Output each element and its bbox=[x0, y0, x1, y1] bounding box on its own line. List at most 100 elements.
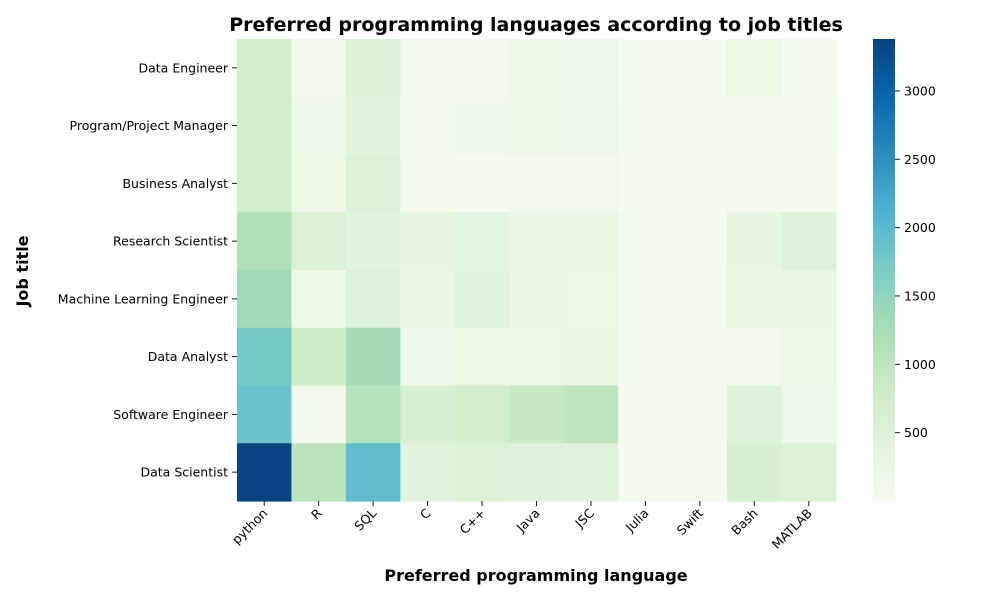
heatmap-cell bbox=[509, 96, 565, 156]
heatmap-cell bbox=[672, 385, 728, 444]
heatmap-cell bbox=[672, 154, 728, 213]
y-tick-label: Data Analyst bbox=[148, 349, 228, 364]
heatmap-cell bbox=[618, 327, 674, 387]
heatmap-cell bbox=[345, 270, 401, 329]
heatmap-cell bbox=[618, 212, 674, 271]
heatmap-cell bbox=[618, 154, 674, 213]
heatmap-cell bbox=[454, 385, 510, 444]
heatmap-cell bbox=[400, 39, 456, 98]
x-tick-label: Java bbox=[513, 506, 543, 536]
colorbar-tick-label: 500 bbox=[904, 425, 928, 440]
colorbar-tick-label: 2500 bbox=[904, 152, 936, 167]
colorbar-tick-label: 3000 bbox=[904, 83, 936, 98]
heatmap-cell bbox=[509, 270, 565, 329]
x-axis-title: Preferred programming language bbox=[384, 566, 687, 585]
heatmap-cell bbox=[781, 385, 837, 444]
y-tick-label: Program/Project Manager bbox=[70, 118, 229, 133]
heatmap-cell bbox=[781, 212, 837, 271]
heatmap-cell bbox=[237, 385, 293, 444]
heatmap-cell bbox=[237, 327, 293, 387]
heatmap-cell bbox=[509, 385, 565, 444]
heatmap-cell bbox=[672, 327, 728, 387]
heatmap-cell bbox=[781, 270, 837, 329]
heatmap-cell bbox=[563, 385, 619, 444]
y-tick-label: Data Engineer bbox=[139, 60, 229, 75]
heatmap-cell bbox=[781, 327, 837, 387]
heatmap-cell bbox=[509, 443, 565, 502]
y-axis-title: Job title bbox=[13, 235, 32, 307]
heatmap-cell bbox=[237, 96, 293, 156]
heatmap-cell bbox=[727, 154, 783, 213]
heatmap-cell bbox=[618, 270, 674, 329]
y-tick-label: Software Engineer bbox=[113, 407, 229, 422]
heatmap-cell bbox=[454, 39, 510, 98]
colorbar-tick-label: 1500 bbox=[904, 288, 936, 303]
heatmap-cell bbox=[345, 96, 401, 156]
heatmap-cell bbox=[291, 270, 347, 329]
heatmap-cell bbox=[400, 154, 456, 213]
heatmap-cell bbox=[345, 385, 401, 444]
y-tick-label: Business Analyst bbox=[122, 176, 228, 191]
heatmap-cell bbox=[509, 212, 565, 271]
heatmap-cell bbox=[345, 212, 401, 271]
heatmap-cell bbox=[509, 39, 565, 98]
heatmap-cell bbox=[618, 443, 674, 502]
heatmap-cell bbox=[672, 270, 728, 329]
x-tick-label: JSC bbox=[571, 505, 597, 531]
heatmap-cell bbox=[291, 39, 347, 98]
heatmap-cell bbox=[454, 270, 510, 329]
heatmap-cell bbox=[727, 96, 783, 156]
chart-title: Preferred programming languages accordin… bbox=[229, 14, 843, 36]
x-tick-label: Julia bbox=[622, 506, 652, 536]
heatmap-cell bbox=[237, 443, 293, 502]
heatmap-cell bbox=[345, 154, 401, 213]
heatmap-cell bbox=[727, 270, 783, 329]
heatmap-cell bbox=[400, 212, 456, 271]
heatmap-cell bbox=[727, 385, 783, 444]
x-tick-label: Swift bbox=[674, 505, 706, 537]
heatmap-cell bbox=[345, 39, 401, 98]
heatmap-cell bbox=[291, 96, 347, 156]
x-tick-label: Bash bbox=[728, 506, 760, 538]
heatmap-cell bbox=[727, 327, 783, 387]
colorbar-tick-label: 2000 bbox=[904, 220, 936, 235]
y-axis: Data Engineer Program/Project Manager Busi… bbox=[58, 60, 237, 480]
heatmap-cell bbox=[400, 270, 456, 329]
heatmap-cell bbox=[618, 39, 674, 98]
heatmap-cell bbox=[618, 385, 674, 444]
heatmap-cell bbox=[618, 96, 674, 156]
heatmap-cell bbox=[400, 96, 456, 156]
heatmap-cell bbox=[509, 154, 565, 213]
heatmap-cell bbox=[563, 327, 619, 387]
heatmap-cell bbox=[781, 443, 837, 502]
heatmap-cell bbox=[727, 212, 783, 271]
heatmap-cell bbox=[454, 443, 510, 502]
heatmap-cell bbox=[400, 443, 456, 502]
y-tick-label: Research Scientist bbox=[113, 234, 228, 249]
x-tick-label: python bbox=[229, 506, 271, 548]
heatmap-cell bbox=[345, 327, 401, 387]
heatmap-cell bbox=[781, 96, 837, 156]
colorbar-tick-label: 1000 bbox=[904, 357, 936, 372]
heatmap-cell bbox=[563, 270, 619, 329]
heatmap-cell bbox=[237, 270, 293, 329]
heatmap-chart: Preferred programming languages accordin… bbox=[13, 14, 936, 585]
x-tick-label: SQL bbox=[351, 505, 379, 533]
heatmap-cell bbox=[237, 39, 293, 98]
heatmap-cell bbox=[291, 212, 347, 271]
heatmap-cell bbox=[563, 39, 619, 98]
heatmap-cell bbox=[672, 96, 728, 156]
heatmap-cell bbox=[400, 327, 456, 387]
heatmap-cell bbox=[509, 327, 565, 387]
x-tick-label: R bbox=[308, 505, 325, 522]
heatmap-cell bbox=[454, 154, 510, 213]
heatmap-cell bbox=[727, 443, 783, 502]
heatmap-cell bbox=[454, 96, 510, 156]
heatmap-cell bbox=[781, 39, 837, 98]
y-tick-label: Data Scientist bbox=[141, 465, 229, 480]
heatmap-cell bbox=[563, 212, 619, 271]
colorbar-ticks: 500 1000 1500 2000 2500 3000 bbox=[895, 83, 936, 440]
heatmap-cells bbox=[237, 39, 837, 502]
heatmap-cell bbox=[672, 212, 728, 271]
heatmap-cell bbox=[727, 39, 783, 98]
